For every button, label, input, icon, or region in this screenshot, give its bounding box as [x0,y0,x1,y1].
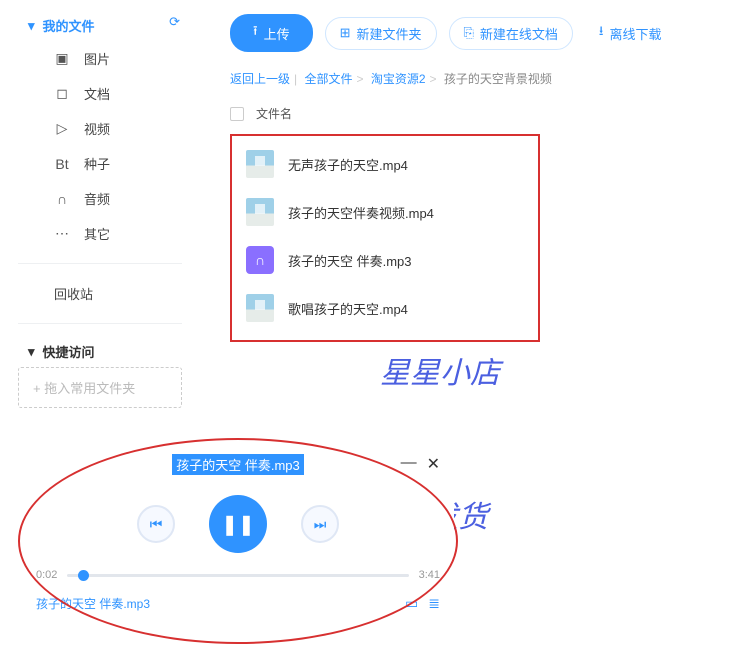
sidebar-item-pictures[interactable]: ▣ 图片 [18,41,182,76]
sidebar-item-label: 文档 [84,84,110,103]
refresh-icon[interactable]: ⟳ [169,14,180,30]
sidebar-item-torrent[interactable]: Bt 种子 [18,146,182,181]
chevron-down-icon: ▾ [28,344,35,360]
next-button[interactable]: ⏭ [301,505,339,543]
pause-icon: ❚❚ [221,512,255,537]
player-title: 孩子的天空 伴奏.mp3 [172,454,304,475]
crumb-current: 孩子的天空背景视频 [444,72,552,86]
sidebar-quick-access[interactable]: ▾ 快捷访问 [18,336,182,367]
sidebar-item-label: 视频 [84,119,110,138]
file-row[interactable]: 孩子的天空伴奏视频.mp4 [242,188,528,236]
select-all-checkbox[interactable] [230,107,244,121]
progress-bar: 0:02 3:41 [36,569,440,581]
watermark-shop: 星星小店 [380,348,500,392]
file-name: 歌唱孩子的天空.mp4 [288,299,408,318]
sidebar-item-label: 图片 [84,49,110,68]
sidebar-item-label: 种子 [84,154,110,173]
more-icon: ⋯ [54,225,70,242]
sidebar-item-other[interactable]: ⋯ 其它 [18,216,182,251]
audio-player: 孩子的天空 伴奏.mp3 — ✕ ⏮ ❚❚ ⏭ 0:02 3:41 孩子的天空 … [18,438,458,644]
now-playing-link[interactable]: 孩子的天空 伴奏.mp3 [36,595,150,612]
sidebar: ▾ 我的文件 ⟳ ▣ 图片 ◻ 文档 ▷ 视频 Bt 种子 ∩ 音频 ⋯ 其它 回收站 ▾ … [0,0,200,418]
upload-label: 上传 [264,24,290,43]
video-thumb-icon [246,294,274,322]
document-icon: ◻ [54,85,70,102]
video-thumb-icon [246,198,274,226]
new-doc-button[interactable]: ⎘ 新建在线文档 [449,17,573,50]
col-filename: 文件名 [256,105,292,122]
file-name: 孩子的天空 伴奏.mp3 [288,251,412,270]
main: ⭱ 上传 ⊞ 新建文件夹 ⎘ 新建在线文档 ⭳ 离线下载 返回上一级| 全部文件> 淘宝… [220,0,735,342]
time-elapsed: 0:02 [36,569,57,581]
seek-knob[interactable] [78,570,89,581]
file-row[interactable]: 歌唱孩子的天空.mp4 [242,284,528,332]
sidebar-my-files-label: 我的文件 [43,16,95,35]
column-header: 文件名 [230,97,735,130]
sidebar-item-audio[interactable]: ∩ 音频 [18,181,182,216]
headphone-icon: ∩ [54,191,70,207]
playlist-icon[interactable]: ≣ [428,595,440,612]
video-thumb-icon [246,150,274,178]
close-icon[interactable]: ✕ [427,454,440,474]
sidebar-item-label: 音频 [84,189,110,208]
audio-thumb-icon: ∩ [246,246,274,274]
new-folder-label: 新建文件夹 [356,24,421,43]
time-total: 3:41 [419,569,440,581]
file-row[interactable]: ∩ 孩子的天空 伴奏.mp3 [242,236,528,284]
sidebar-my-files[interactable]: ▾ 我的文件 [18,10,182,41]
pause-button[interactable]: ❚❚ [209,495,267,553]
drop-folder-target[interactable]: + 拖入常用文件夹 [18,367,182,408]
upload-icon: ⭱ [253,22,258,44]
toolbar: ⭱ 上传 ⊞ 新建文件夹 ⎘ 新建在线文档 ⭳ 离线下载 [230,10,735,66]
minimize-icon[interactable]: — [401,454,417,474]
play-icon: ▷ [54,120,70,137]
next-icon: ⏭ [314,516,327,533]
prev-button[interactable]: ⏮ [137,505,175,543]
file-row[interactable]: 无声孩子的天空.mp4 [242,140,528,188]
sidebar-quick-label: 快捷访问 [43,342,95,361]
bt-icon: Bt [54,156,70,172]
file-name: 无声孩子的天空.mp4 [288,155,408,174]
offline-download-button[interactable]: ⭳ 离线下载 [585,16,676,50]
crumb-seg1[interactable]: 淘宝资源2 [371,72,426,86]
sidebar-recycle[interactable]: 回收站 [18,276,182,311]
upload-button[interactable]: ⭱ 上传 [230,14,313,52]
sidebar-recycle-label: 回收站 [54,287,93,302]
download-icon: ⭳ [599,22,604,44]
offline-label: 离线下载 [609,24,661,43]
image-icon: ▣ [54,50,70,67]
sidebar-item-videos[interactable]: ▷ 视频 [18,111,182,146]
sidebar-item-label: 其它 [84,224,110,243]
prev-icon: ⏮ [150,516,163,533]
folder-plus-icon: ⊞ [340,25,351,41]
chevron-down-icon: ▾ [28,18,35,34]
breadcrumb: 返回上一级| 全部文件> 淘宝资源2> 孩子的天空背景视频 [230,66,735,97]
crumb-back[interactable]: 返回上一级 [230,72,290,86]
doc-plus-icon: ⎘ [464,25,474,41]
sidebar-item-documents[interactable]: ◻ 文档 [18,76,182,111]
device-icon[interactable]: ▭ [405,595,418,612]
file-list: 无声孩子的天空.mp4 孩子的天空伴奏视频.mp4 ∩孩子的天空 伴奏.mp3 … [230,134,540,342]
new-folder-button[interactable]: ⊞ 新建文件夹 [325,17,437,50]
drop-folder-label: + 拖入常用文件夹 [33,381,135,396]
seek-track[interactable] [67,574,408,577]
crumb-all[interactable]: 全部文件 [304,72,352,86]
file-name: 孩子的天空伴奏视频.mp4 [288,203,434,222]
new-doc-label: 新建在线文档 [480,24,558,43]
